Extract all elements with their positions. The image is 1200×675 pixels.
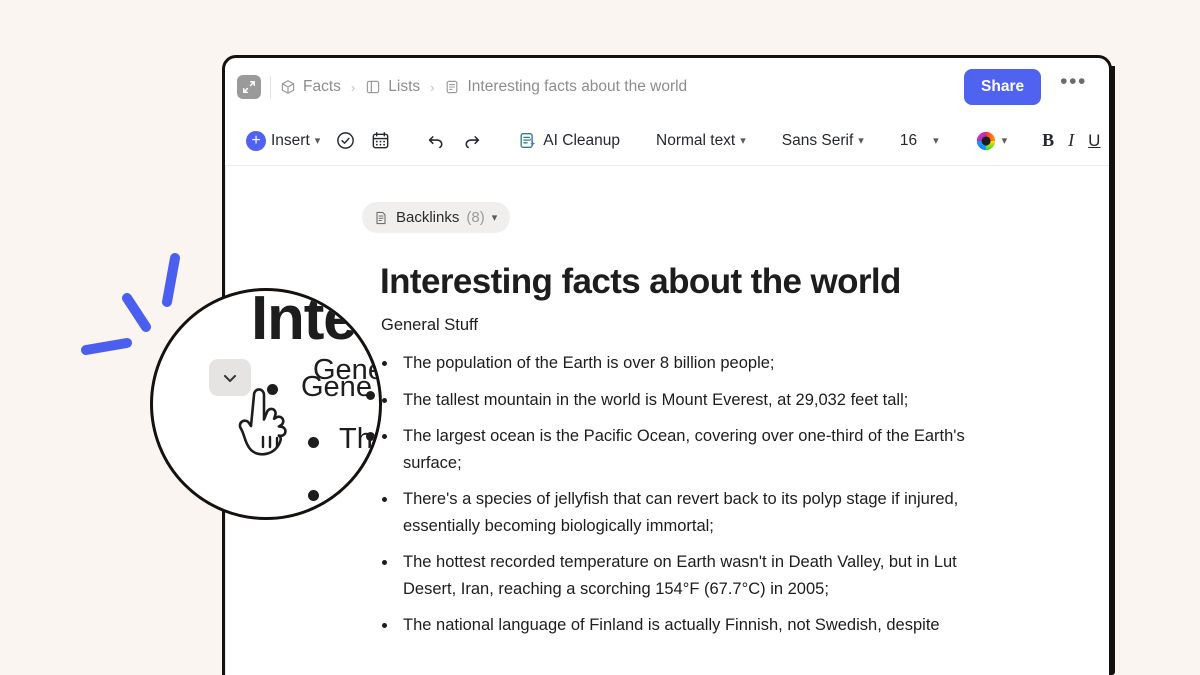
format-toolbar: + Insert ▾ AI Cleanup Normal text ▾ Sans…	[225, 116, 1109, 166]
magnifier-content: Inte Gene Gene Th	[153, 288, 379, 517]
chevron-down-icon: ▾	[491, 212, 498, 224]
breadcrumb-bar: Facts › Lists › Interesting facts about …	[225, 58, 1109, 116]
insert-button[interactable]: + Insert ▾	[241, 127, 325, 155]
date-button[interactable]	[366, 128, 395, 153]
magnified-list-item-1: Gene	[301, 371, 372, 403]
list-item[interactable]: There's a species of jellyfish that can …	[382, 486, 998, 539]
backlinks-label: Backlinks	[396, 209, 460, 226]
list-item[interactable]: The population of the Earth is over 8 bi…	[382, 350, 998, 377]
breadcrumb-label-document: Interesting facts about the world	[467, 78, 688, 95]
magnified-title-fragment: Inte	[251, 288, 358, 353]
italic-label: I	[1068, 130, 1075, 150]
list-item[interactable]: The tallest mountain in the world is Mou…	[382, 387, 998, 414]
task-button[interactable]	[331, 128, 360, 153]
expand-sidebar-button[interactable]	[237, 75, 261, 99]
backlinks-chip[interactable]: Backlinks (8) ▾	[362, 202, 511, 233]
magnifier-lens: Inte Gene Gene Th	[150, 288, 382, 520]
calendar-icon	[372, 132, 389, 149]
insert-label: Insert	[271, 131, 310, 149]
cube-icon	[281, 80, 295, 94]
magnified-bullet-4	[366, 391, 375, 400]
chevron-down-icon: ▾	[740, 135, 746, 147]
list-item[interactable]: The hottest recorded temperature on Eart…	[382, 549, 998, 602]
pointing-hand-cursor-icon	[238, 388, 287, 456]
italic-button[interactable]: I	[1064, 128, 1078, 153]
ai-cleanup-button[interactable]: AI Cleanup	[513, 127, 625, 155]
more-options-button[interactable]: •••	[1050, 71, 1093, 97]
breadcrumb-item-document[interactable]: Interesting facts about the world	[444, 78, 687, 96]
font-family-select[interactable]: Sans Serif ▾	[777, 128, 869, 154]
book-icon	[367, 80, 380, 94]
check-circle-icon	[337, 132, 355, 149]
breadcrumb-item-facts[interactable]: Facts	[280, 78, 341, 96]
page-title: Interesting facts about the world	[380, 262, 901, 301]
share-button[interactable]: Share	[964, 69, 1042, 105]
magnified-bullet-3	[308, 490, 319, 501]
document-icon	[447, 80, 458, 94]
text-color-button[interactable]: ▾	[970, 126, 1013, 156]
font-size-select[interactable]: 16 ▾	[895, 128, 944, 154]
redo-arrow-icon	[465, 135, 480, 148]
font-size-value: 16	[899, 131, 918, 149]
breadcrumb-label-facts: Facts	[303, 78, 341, 95]
screenshot-stage: Facts › Lists › Interesting facts about …	[0, 0, 1200, 675]
facts-list: The population of the Earth is over 8 bi…	[382, 350, 1047, 639]
color-wheel-icon	[976, 131, 995, 150]
chevron-down-icon: ▾	[314, 135, 321, 147]
underline-button[interactable]: U	[1084, 129, 1104, 153]
chevron-down-icon: ▾	[933, 135, 939, 147]
undo-arrow-icon	[429, 135, 443, 148]
breadcrumb-item-lists[interactable]: Lists	[365, 78, 420, 96]
document-subtitle: General Stuff	[381, 316, 478, 334]
font-family-value: Sans Serif	[781, 131, 854, 149]
ai-sparkle-document-icon	[520, 132, 536, 148]
breadcrumb-separator: ›	[350, 79, 356, 95]
list-item[interactable]: The largest ocean is the Pacific Ocean, …	[382, 423, 998, 476]
backlinks-count: (8)	[466, 209, 485, 226]
document-lines-icon	[376, 211, 386, 224]
ai-cleanup-label: AI Cleanup	[543, 131, 620, 149]
chevron-down-icon: ▾	[858, 135, 864, 147]
magnified-bullet-5	[366, 432, 375, 441]
breadcrumb-separator-2: ›	[430, 79, 435, 95]
magnified-bullet-2	[308, 437, 319, 448]
plus-circle-icon: +	[246, 130, 266, 151]
paragraph-style-value: Normal text	[656, 131, 736, 149]
chevron-down-icon: ▾	[1001, 135, 1008, 147]
undo-button[interactable]	[421, 128, 451, 154]
breadcrumb-label-lists: Lists	[388, 78, 421, 95]
bold-label: B	[1042, 130, 1055, 150]
topbar-divider	[270, 76, 271, 98]
bold-button[interactable]: B	[1038, 128, 1058, 153]
underline-label: U	[1088, 130, 1101, 150]
highlight-button[interactable]: ▾	[1110, 126, 1112, 155]
paragraph-style-select[interactable]: Normal text ▾	[651, 128, 751, 154]
redo-button[interactable]	[457, 128, 487, 154]
chevron-down-icon	[223, 374, 237, 382]
magnified-bullet-6	[366, 461, 375, 470]
expand-diagonal-icon	[243, 81, 255, 93]
list-item[interactable]: The national language of Finland is actu…	[382, 612, 998, 639]
